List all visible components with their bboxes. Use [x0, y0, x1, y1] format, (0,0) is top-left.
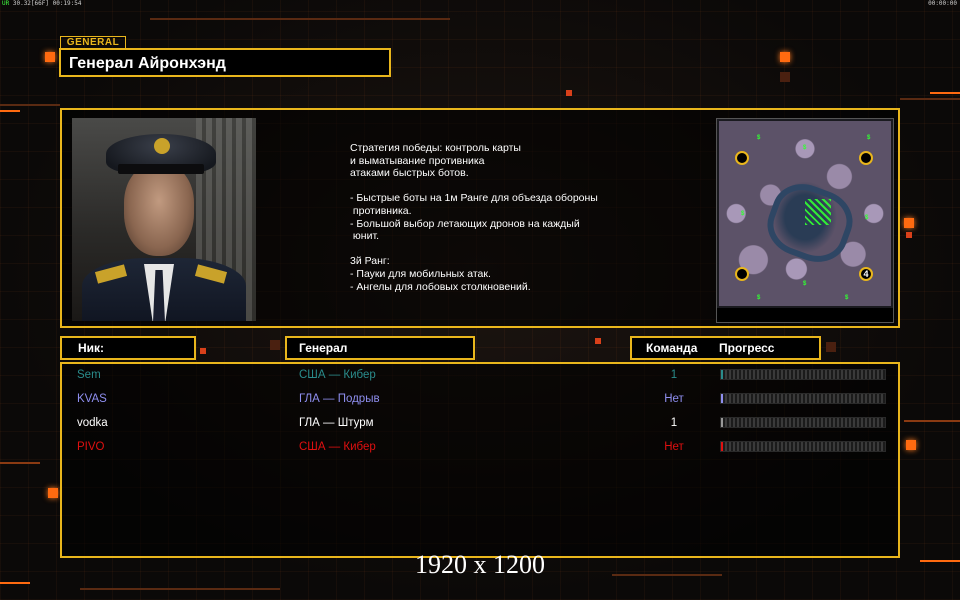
supply-icon: $ [865, 215, 869, 221]
deco-square [270, 340, 280, 350]
deco-line [80, 588, 280, 590]
strategy-description: Стратегия победы: контроль карты и вымат… [350, 142, 598, 293]
column-header-label: Ник: [78, 341, 105, 355]
player-general: США — Кибер [299, 369, 376, 381]
supply-icon: $ [845, 295, 849, 301]
column-header-nick: Ник: [60, 336, 196, 360]
portrait-face [124, 164, 194, 256]
start-position-number: 4 [863, 269, 869, 279]
supply-icon: $ [757, 295, 761, 301]
general-info-panel: Стратегия победы: контроль карты и вымат… [60, 108, 900, 328]
progress-fill [721, 394, 723, 403]
deco-line [0, 462, 40, 464]
deco-square [48, 488, 58, 498]
start-position[interactable] [859, 151, 873, 165]
player-list: Sem США — Кибер 1 KVAS ГЛА — Подрыв Нет vodka Г… [60, 362, 900, 558]
player-row[interactable]: KVAS ГЛА — Подрыв Нет [62, 388, 898, 410]
start-position[interactable] [735, 267, 749, 281]
player-row[interactable]: Sem США — Кибер 1 [62, 364, 898, 386]
start-position[interactable]: 4 [859, 267, 873, 281]
fps-value: 30.32 [12, 0, 31, 7]
progress-fill [721, 442, 723, 451]
deco-square [780, 72, 790, 82]
supply-icon: $ [757, 135, 761, 141]
title-box: Генерал Айронхэнд [59, 48, 391, 77]
deco-square [906, 440, 916, 450]
deco-square [826, 342, 836, 352]
progress-fill [721, 370, 723, 379]
column-header-team-progress: Команда Прогресс [630, 336, 821, 360]
deco-square [566, 90, 572, 96]
cap-badge-icon [154, 138, 170, 154]
deco-square [45, 52, 55, 62]
deco-line [900, 98, 960, 100]
player-general: США — Кибер [299, 441, 376, 453]
supply-icon: $ [803, 145, 807, 151]
progress-bar [720, 369, 886, 380]
column-header-label: Генерал [299, 341, 348, 355]
deco-square [200, 348, 206, 354]
minimap-supply-cluster [805, 199, 831, 225]
page-title: Генерал Айронхэнд [69, 55, 226, 72]
deco-square [906, 232, 912, 238]
player-row[interactable]: PIVO США — Кибер Нет [62, 436, 898, 458]
column-header-general: Генерал [285, 336, 475, 360]
progress-bar [720, 393, 886, 404]
progress-bar [720, 417, 886, 428]
column-header-label: Прогресс [719, 341, 775, 355]
player-general: ГЛА — Штурм [299, 417, 374, 429]
resolution-watermark: 1920 x 1200 [415, 550, 545, 579]
game-time: 00:19:54 [52, 0, 82, 7]
player-nick: PIVO [77, 441, 105, 453]
deco-line [150, 18, 450, 20]
general-portrait [72, 118, 256, 321]
player-nick: KVAS [77, 393, 107, 405]
start-position[interactable] [735, 151, 749, 165]
clock: 00:00:00 [928, 0, 957, 7]
player-nick: vodka [77, 417, 108, 429]
column-header-label: Команда [646, 341, 698, 355]
minimap[interactable]: 4 $ $ $ $ $ $ $ $ [716, 118, 894, 323]
fps-extra: [66F] [30, 0, 49, 7]
fps-readout: UR 30.32[66F] 00:19:54 [2, 0, 82, 7]
player-nick: Sem [77, 369, 101, 381]
deco-line [930, 92, 960, 94]
player-row[interactable]: vodka ГЛА — Штурм 1 [62, 412, 898, 434]
supply-icon: $ [741, 211, 745, 217]
minimap-footer [717, 308, 893, 322]
deco-square [595, 338, 601, 344]
deco-line [0, 582, 30, 584]
deco-line [0, 110, 20, 112]
progress-bar [720, 441, 886, 452]
deco-line [904, 420, 960, 422]
status-bar: UR 30.32[66F] 00:19:54 00:00:00 [0, 0, 960, 8]
fps-label: UR [2, 0, 10, 7]
deco-line [0, 104, 60, 106]
progress-fill [721, 418, 723, 427]
supply-icon: $ [867, 135, 871, 141]
supply-icon: $ [803, 281, 807, 287]
deco-square [780, 52, 790, 62]
portrait-visor [118, 164, 204, 174]
player-general: ГЛА — Подрыв [299, 393, 380, 405]
deco-square [904, 218, 914, 228]
